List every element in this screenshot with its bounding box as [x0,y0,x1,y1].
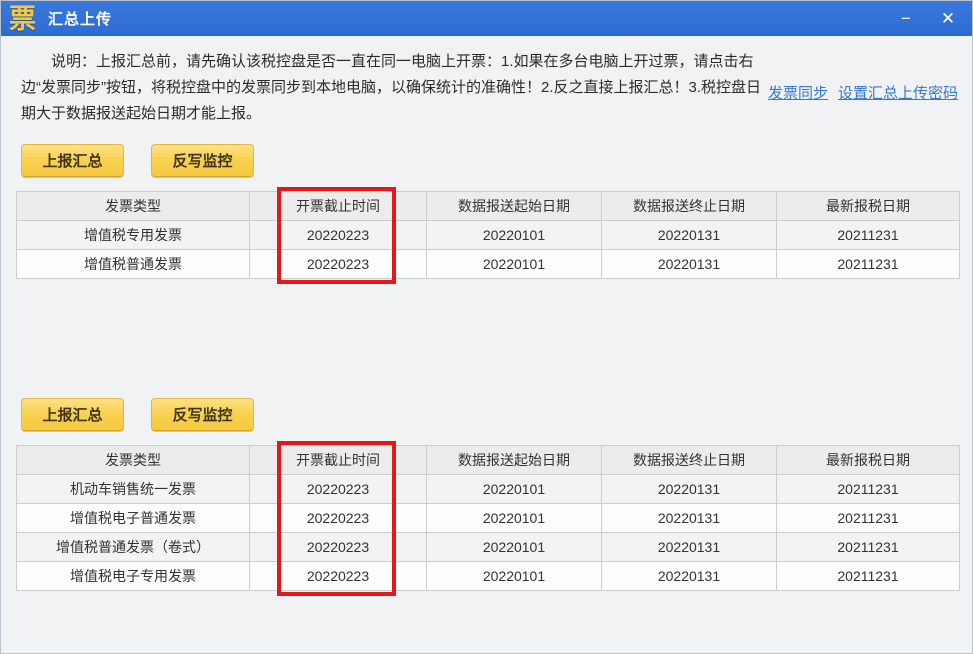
app-logo-icon: 票 [9,3,36,34]
instructions-text: 说明：上报汇总前，请先确认该税控盘是否一直在同一电脑上开票：1.如果在多台电脑上… [21,53,762,122]
cell-issue-deadline: 20220223 [249,474,427,504]
writeback-monitor-button-1[interactable]: 反写监控 [151,144,254,177]
table-row: 增值税普通发票 20220223 20220101 20220131 20211… [16,249,960,279]
close-icon[interactable]: ✕ [934,6,962,32]
report-summary-button-2[interactable]: 上报汇总 [21,398,124,431]
cell-report-start: 20220101 [426,249,602,279]
invoice-table-2: 发票类型 开票截止时间 数据报送起始日期 数据报送终止日期 最新报税日期 机动车… [16,445,960,591]
cell-report-start: 20220101 [426,220,602,250]
table-header-row: 发票类型 开票截止时间 数据报送起始日期 数据报送终止日期 最新报税日期 [16,191,960,221]
report-summary-button-1[interactable]: 上报汇总 [21,144,124,177]
col-header-latest-tax-date: 最新报税日期 [776,445,960,475]
set-upload-password-link[interactable]: 设置汇总上传密码 [838,82,958,103]
cell-report-end: 20220131 [601,220,777,250]
col-header-report-end-date: 数据报送终止日期 [601,445,777,475]
cell-issue-deadline: 20220223 [249,503,427,533]
table-row: 增值税普通发票（卷式） 20220223 20220101 20220131 2… [16,532,960,562]
content-area: 说明：上报汇总前，请先确认该税控盘是否一直在同一电脑上开票：1.如果在多台电脑上… [1,36,972,596]
cell-report-start: 20220101 [426,532,602,562]
invoice-table-2-wrap: 发票类型 开票截止时间 数据报送起始日期 数据报送终止日期 最新报税日期 机动车… [16,441,960,596]
col-header-issue-deadline: 开票截止时间 [249,191,427,221]
cell-report-end: 20220131 [601,561,777,591]
cell-invoice-type: 增值税普通发票 [16,249,250,279]
invoice-table-1: 发票类型 开票截止时间 数据报送起始日期 数据报送终止日期 最新报税日期 增值税… [16,191,960,279]
cell-report-start: 20220101 [426,503,602,533]
title-bar: 票 汇总上传 − ✕ [1,1,972,36]
table-header-row: 发票类型 开票截止时间 数据报送起始日期 数据报送终止日期 最新报税日期 [16,445,960,475]
minimize-icon[interactable]: − [892,6,920,32]
cell-latest-tax: 20211231 [776,474,960,504]
window-title: 汇总上传 [48,11,113,28]
cell-latest-tax: 20211231 [776,561,960,591]
table-row: 机动车销售统一发票 20220223 20220101 20220131 202… [16,474,960,504]
app-window: 票 汇总上传 − ✕ 说明：上报汇总前，请先确认该税控盘是否一直在同一电脑上开票… [0,0,973,654]
table2-action-row: 上报汇总 反写监控 [21,398,972,431]
col-header-report-end-date: 数据报送终止日期 [601,191,777,221]
cell-invoice-type: 增值税电子专用发票 [16,561,250,591]
col-header-latest-tax-date: 最新报税日期 [776,191,960,221]
cell-invoice-type: 增值税电子普通发票 [16,503,250,533]
cell-latest-tax: 20211231 [776,503,960,533]
cell-report-end: 20220131 [601,249,777,279]
cell-issue-deadline: 20220223 [249,561,427,591]
invoice-sync-link[interactable]: 发票同步 [768,82,828,103]
cell-latest-tax: 20211231 [776,220,960,250]
cell-invoice-type: 增值税专用发票 [16,220,250,250]
col-header-report-start-date: 数据报送起始日期 [426,445,602,475]
col-header-report-start-date: 数据报送起始日期 [426,191,602,221]
invoice-table-1-wrap: 发票类型 开票截止时间 数据报送起始日期 数据报送终止日期 最新报税日期 增值税… [16,187,960,284]
cell-report-end: 20220131 [601,532,777,562]
cell-report-start: 20220101 [426,474,602,504]
writeback-monitor-button-2[interactable]: 反写监控 [151,398,254,431]
col-header-invoice-type: 发票类型 [16,191,250,221]
window-controls: − ✕ [892,6,962,32]
cell-report-end: 20220131 [601,503,777,533]
cell-issue-deadline: 20220223 [249,220,427,250]
table-row: 增值税专用发票 20220223 20220101 20220131 20211… [16,220,960,250]
top-right-links: 发票同步 设置汇总上传密码 [768,82,958,103]
col-header-invoice-type: 发票类型 [16,445,250,475]
table-row: 增值税电子专用发票 20220223 20220101 20220131 202… [16,561,960,591]
cell-issue-deadline: 20220223 [249,249,427,279]
table1-action-row: 上报汇总 反写监控 [21,144,972,177]
table-row: 增值税电子普通发票 20220223 20220101 20220131 202… [16,503,960,533]
cell-latest-tax: 20211231 [776,532,960,562]
cell-report-start: 20220101 [426,561,602,591]
cell-invoice-type: 增值税普通发票（卷式） [16,532,250,562]
cell-latest-tax: 20211231 [776,249,960,279]
cell-issue-deadline: 20220223 [249,532,427,562]
cell-invoice-type: 机动车销售统一发票 [16,474,250,504]
cell-report-end: 20220131 [601,474,777,504]
col-header-issue-deadline: 开票截止时间 [249,445,427,475]
